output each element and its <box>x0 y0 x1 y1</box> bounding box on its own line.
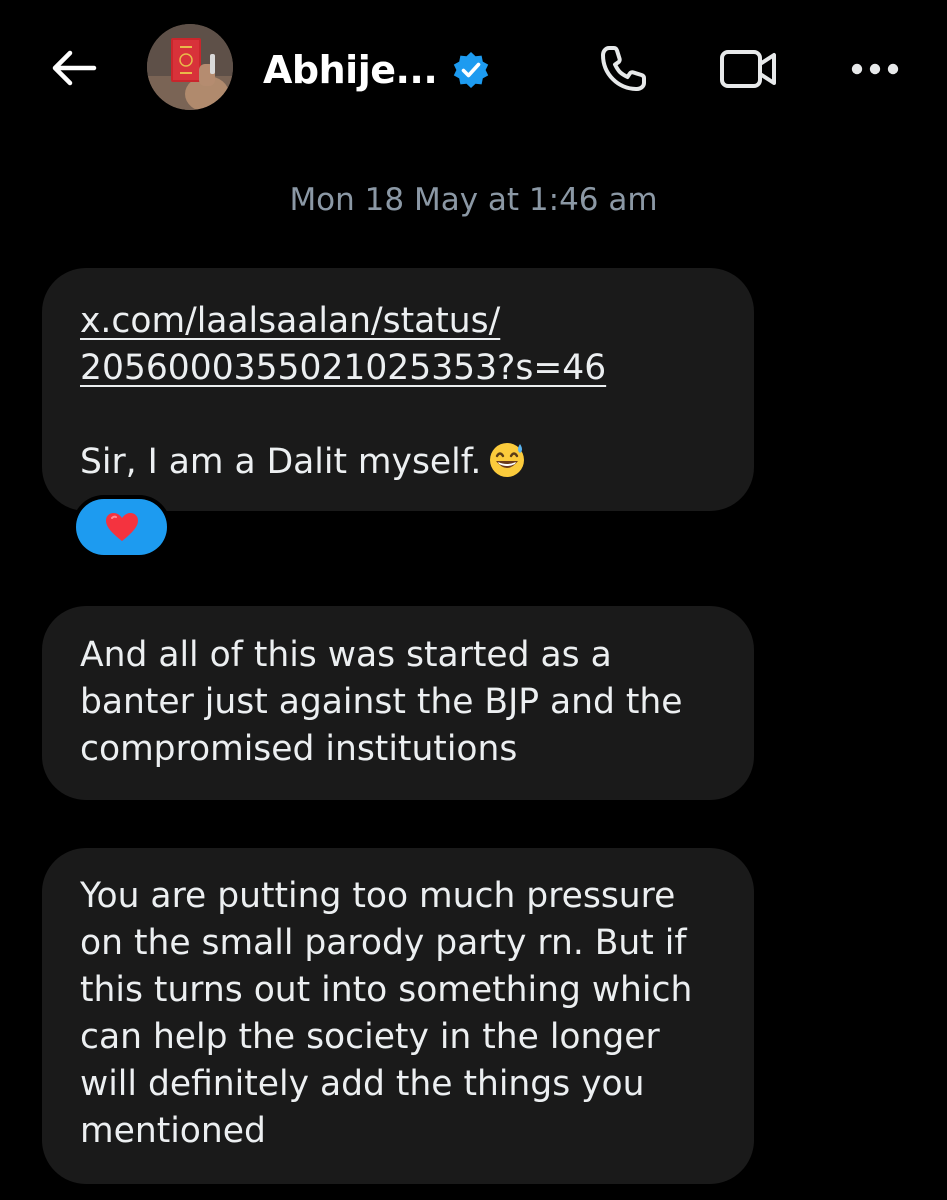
conversation-header: Abhije... <box>0 0 947 140</box>
message-bubble-1[interactable]: x.com/laalsaalan/status/ 205600035502102… <box>42 268 754 511</box>
call-button[interactable] <box>592 38 654 100</box>
status-link[interactable]: x.com/laalsaalan/status/ 205600035502102… <box>80 298 716 392</box>
verified-badge-icon <box>451 50 491 90</box>
more-icon <box>851 63 899 75</box>
message-text-3: You are putting too much pressure on the… <box>80 876 693 1151</box>
avatar-image <box>147 24 233 110</box>
status-link-line-1: x.com/laalsaalan/status/ <box>80 301 501 341</box>
grinning-sweat-emoji-icon <box>487 439 527 492</box>
chat-title: Abhije... <box>263 48 438 92</box>
back-button[interactable] <box>48 44 100 92</box>
video-icon <box>720 50 776 88</box>
back-arrow-icon <box>52 50 97 86</box>
avatar[interactable] <box>147 24 233 110</box>
red-heart-icon <box>105 513 138 541</box>
more-options-button[interactable] <box>844 38 906 100</box>
message-timestamp: Mon 18 May at 1:46 am <box>289 182 658 218</box>
message-bubble-2[interactable]: And all of this was started as a banter … <box>42 606 754 800</box>
message-text-1: Sir, I am a Dalit myself. <box>80 439 716 492</box>
message-text-1-content: Sir, I am a Dalit myself. <box>80 442 482 482</box>
chat-title-group[interactable]: Abhije... <box>263 42 491 98</box>
phone-icon <box>601 46 646 91</box>
message-bubble-3[interactable]: You are putting too much pressure on the… <box>42 848 754 1184</box>
reaction-badge[interactable] <box>76 499 167 555</box>
message-text-2: And all of this was started as a banter … <box>80 635 683 769</box>
video-call-button[interactable] <box>718 38 780 100</box>
status-link-line-2: 2056000355021025353?s=46 <box>80 348 607 388</box>
